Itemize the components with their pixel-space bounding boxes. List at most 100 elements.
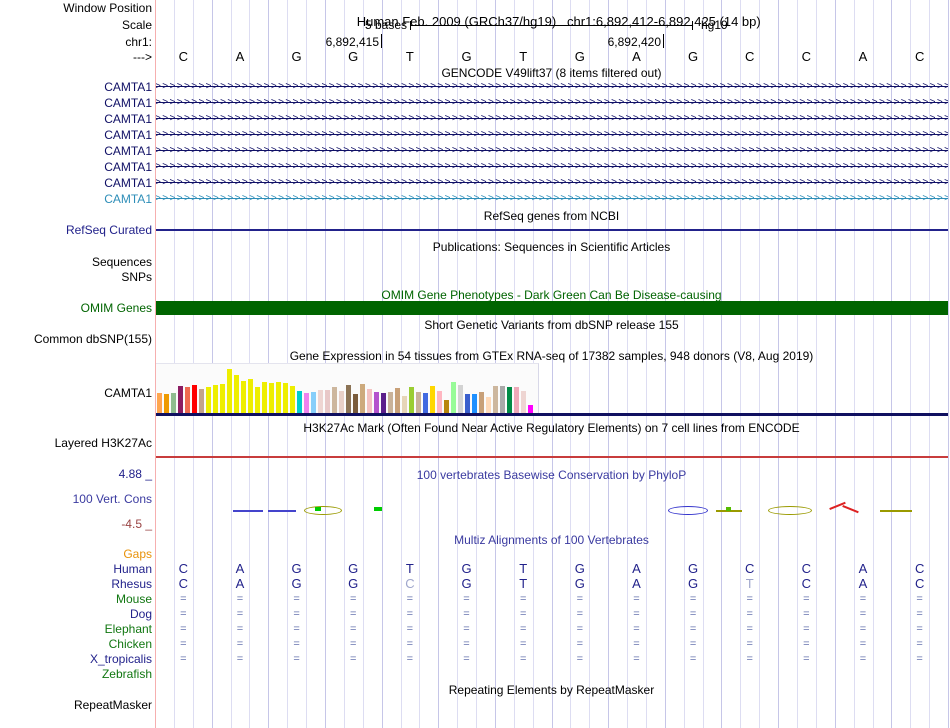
alignment-gap-cell: = bbox=[236, 593, 244, 605]
omim-gene-bar[interactable] bbox=[155, 301, 948, 315]
sequence-base: C bbox=[914, 49, 925, 64]
gtex-tissue-bar[interactable] bbox=[493, 386, 498, 413]
gencode-gene-item[interactable]: >>>>>>>>>>>>>>>>>>>>>>>>>>>>>>>>>>>>>>>>… bbox=[155, 177, 948, 189]
gtex-tissue-bar[interactable] bbox=[206, 387, 211, 413]
gtex-tissue-bar[interactable] bbox=[290, 386, 295, 413]
gtex-tissue-bar[interactable] bbox=[297, 391, 302, 413]
gtex-tissue-bar[interactable] bbox=[255, 387, 260, 413]
alignment-gap-cell: = bbox=[293, 653, 300, 665]
gtex-tissue-bar[interactable] bbox=[213, 385, 218, 413]
alignment-gap-cell: = bbox=[803, 608, 810, 620]
gtex-tissue-bar[interactable] bbox=[192, 385, 197, 413]
h3k27ac-baseline[interactable] bbox=[155, 456, 948, 458]
gencode-gene-item[interactable]: >>>>>>>>>>>>>>>>>>>>>>>>>>>>>>>>>>>>>>>>… bbox=[155, 161, 948, 173]
alignment-gap-cell: = bbox=[236, 608, 244, 620]
gtex-tissue-bar[interactable] bbox=[360, 384, 365, 413]
alignment-gap-cell: = bbox=[633, 608, 640, 620]
gtex-tissue-bar[interactable] bbox=[528, 405, 533, 413]
alignment-row-elephant[interactable]: = = = = = = = = = = = = = = bbox=[155, 622, 948, 636]
alignment-row-human[interactable]: CAGGTGTGAGCCAC bbox=[155, 562, 948, 576]
alignment-row-x_tropicalis[interactable]: = = = = = = = = = = = = = = bbox=[155, 652, 948, 666]
alignment-base-cell: G bbox=[688, 561, 699, 576]
repeatmasker-track-title: Repeating Elements by RepeatMasker bbox=[448, 683, 655, 697]
gtex-tissue-bar[interactable] bbox=[311, 392, 316, 413]
conservation-dash bbox=[268, 510, 296, 512]
gtex-tissue-bar[interactable] bbox=[465, 394, 470, 413]
alignment-gap-cell: = bbox=[916, 623, 923, 635]
gtex-tissue-bar[interactable] bbox=[164, 394, 169, 413]
gtex-tissue-bar[interactable] bbox=[262, 382, 267, 413]
gtex-tissue-bar[interactable] bbox=[486, 397, 491, 413]
gencode-gene-item[interactable]: >>>>>>>>>>>>>>>>>>>>>>>>>>>>>>>>>>>>>>>>… bbox=[155, 81, 948, 93]
gtex-tissue-bar[interactable] bbox=[276, 382, 281, 413]
alignment-gap-cell: = bbox=[746, 608, 753, 620]
alignment-row-mouse[interactable]: = = = = = = = = = = = = = = bbox=[155, 592, 948, 606]
gtex-tissue-bar[interactable] bbox=[367, 389, 372, 413]
gtex-tissue-bar[interactable] bbox=[178, 386, 183, 413]
gtex-tissue-bar[interactable] bbox=[220, 384, 225, 413]
gtex-tissue-bar[interactable] bbox=[430, 386, 435, 413]
gtex-tissue-bar[interactable] bbox=[353, 394, 358, 413]
scale-value: 5 bases bbox=[364, 18, 407, 32]
refseq-curated-item[interactable] bbox=[155, 229, 948, 231]
gtex-tissue-bar[interactable] bbox=[346, 385, 351, 413]
alignment-gap-cell: = bbox=[803, 653, 810, 665]
alignment-row-chicken[interactable]: = = = = = = = = = = = = = = bbox=[155, 637, 948, 651]
alignment-gap-cell: = bbox=[293, 638, 300, 650]
gencode-gene-item[interactable]: >>>>>>>>>>>>>>>>>>>>>>>>>>>>>>>>>>>>>>>>… bbox=[155, 97, 948, 109]
gtex-tissue-bar[interactable] bbox=[388, 392, 393, 413]
strand-arrows: >>>>>>>>>>>>>>>>>>>>>>>>>>>>>>>>>>>>>>>>… bbox=[155, 177, 948, 188]
alignment-row-rhesus[interactable]: CAGGCGTGAGTCAC bbox=[155, 577, 948, 591]
gtex-tissue-bar[interactable] bbox=[318, 390, 323, 413]
gencode-gene-item[interactable]: >>>>>>>>>>>>>>>>>>>>>>>>>>>>>>>>>>>>>>>>… bbox=[155, 129, 948, 141]
gtex-tissue-bar[interactable] bbox=[157, 393, 162, 413]
gtex-tissue-bar[interactable] bbox=[283, 383, 288, 413]
gtex-tissue-bar[interactable] bbox=[227, 369, 232, 413]
gtex-tissue-bar[interactable] bbox=[416, 392, 421, 413]
gtex-tissue-bar[interactable] bbox=[521, 391, 526, 413]
gtex-tissue-bar[interactable] bbox=[500, 386, 505, 413]
alignment-row-dog[interactable]: = = = = = = = = = = = = = = bbox=[155, 607, 948, 621]
gtex-tissue-bar[interactable] bbox=[395, 388, 400, 413]
strand-arrows: >>>>>>>>>>>>>>>>>>>>>>>>>>>>>>>>>>>>>>>>… bbox=[155, 97, 948, 108]
gtex-tissue-bar[interactable] bbox=[472, 394, 477, 413]
species-label-elephant: Elephant bbox=[104, 622, 152, 636]
gencode-gene-item[interactable]: >>>>>>>>>>>>>>>>>>>>>>>>>>>>>>>>>>>>>>>>… bbox=[155, 145, 948, 157]
gtex-tissue-bar[interactable] bbox=[479, 392, 484, 413]
gtex-tissue-bar[interactable] bbox=[514, 387, 519, 413]
gtex-tissue-bar[interactable] bbox=[304, 393, 309, 413]
coord-right-label: 6,892,420 bbox=[607, 35, 661, 49]
gtex-tissue-bar[interactable] bbox=[423, 393, 428, 413]
alignment-gap-cell: = bbox=[350, 593, 357, 605]
alignment-gap-cell: = bbox=[180, 608, 187, 620]
gtex-tissue-bar[interactable] bbox=[339, 391, 344, 413]
species-label-rhesus: Rhesus bbox=[111, 577, 152, 591]
alignment-base-cell: G bbox=[461, 576, 472, 591]
gtex-tissue-bar[interactable] bbox=[374, 392, 379, 413]
gtex-tissue-bar[interactable] bbox=[381, 393, 386, 413]
gtex-tissue-bar[interactable] bbox=[409, 387, 414, 413]
coord-left-label: 6,892,415 bbox=[325, 35, 379, 49]
gtex-tissue-bar[interactable] bbox=[241, 381, 246, 413]
gtex-tissue-bar[interactable] bbox=[234, 375, 239, 413]
gencode-gene-item[interactable]: >>>>>>>>>>>>>>>>>>>>>>>>>>>>>>>>>>>>>>>>… bbox=[155, 113, 948, 125]
gtex-tissue-bar[interactable] bbox=[402, 396, 407, 413]
gtex-tissue-bar[interactable] bbox=[185, 387, 190, 413]
gtex-tissue-bar[interactable] bbox=[451, 382, 456, 413]
gtex-tissue-bar[interactable] bbox=[507, 387, 512, 413]
gtex-tissue-bar[interactable] bbox=[248, 379, 253, 413]
gtex-tissue-bar[interactable] bbox=[458, 385, 463, 413]
repeatmasker-bar[interactable] bbox=[155, 696, 948, 710]
gtex-tissue-bar[interactable] bbox=[437, 391, 442, 413]
alignment-gap-cell: = bbox=[236, 623, 244, 635]
alignment-gap-cell: = bbox=[633, 653, 640, 665]
gtex-tissue-bar[interactable] bbox=[199, 389, 204, 413]
gtex-tissue-bar[interactable] bbox=[269, 383, 274, 413]
gtex-tissue-bar[interactable] bbox=[444, 400, 449, 413]
gtex-tissue-bar[interactable] bbox=[332, 387, 337, 413]
gtex-tissue-bar[interactable] bbox=[325, 390, 330, 413]
alignment-gap-cell: = bbox=[576, 623, 584, 635]
gencode-gene-item[interactable]: >>>>>>>>>>>>>>>>>>>>>>>>>>>>>>>>>>>>>>>>… bbox=[155, 193, 948, 205]
gtex-tissue-bar[interactable] bbox=[171, 393, 176, 413]
alignment-gap-cell: = bbox=[859, 623, 867, 635]
